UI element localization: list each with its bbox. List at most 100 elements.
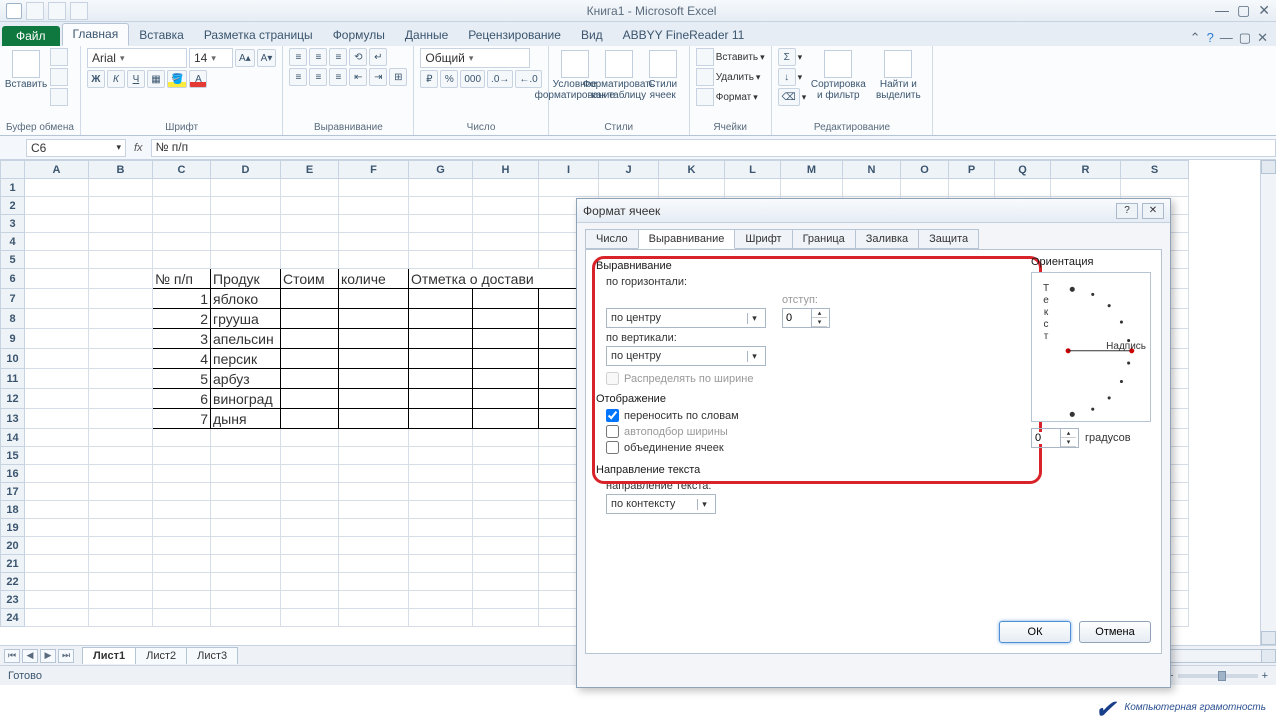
tab-insert[interactable]: Вставка — [129, 25, 194, 46]
ribbon-minimize-icon[interactable]: ⌃ — [1190, 30, 1201, 46]
text-direction-combo[interactable]: по контексту▾ — [606, 494, 716, 514]
percent-icon[interactable]: % — [440, 70, 458, 88]
align-top-icon[interactable]: ≡ — [289, 48, 307, 66]
sheet-tab-1[interactable]: Лист1 — [82, 647, 136, 664]
vertical-scrollbar[interactable] — [1260, 160, 1276, 645]
format-cells-icon[interactable] — [696, 88, 714, 106]
sheet-nav-next-icon[interactable]: ▶ — [40, 649, 56, 663]
fx-icon[interactable]: fx — [134, 142, 143, 154]
dialog-close-icon[interactable]: ✕ — [1142, 203, 1164, 219]
orientation-icon[interactable]: ⟲ — [349, 48, 367, 66]
sheet-nav-first-icon[interactable]: ⏮ — [4, 649, 20, 663]
number-format-combo[interactable]: Общий▾ — [420, 48, 530, 68]
dialog-tab-font[interactable]: Шрифт — [734, 229, 792, 249]
maximize-icon[interactable]: ▢ — [1237, 2, 1250, 19]
direction-section-label: Направление текста — [596, 464, 1151, 476]
sheet-tab-3[interactable]: Лист3 — [186, 647, 238, 664]
align-left-icon[interactable]: ≡ — [289, 68, 307, 86]
underline-button[interactable]: Ч — [127, 70, 145, 88]
delete-cells-icon[interactable] — [696, 68, 714, 86]
increase-decimal-icon[interactable]: .0→ — [487, 70, 513, 88]
sort-filter-button[interactable]: Сортировка и фильтр — [810, 48, 866, 112]
delete-cells-label[interactable]: Удалить — [716, 72, 754, 83]
cut-icon[interactable] — [50, 48, 68, 66]
zoom-in-icon[interactable]: + — [1262, 670, 1268, 682]
tab-home[interactable]: Главная — [62, 23, 130, 46]
dialog-tab-border[interactable]: Граница — [792, 229, 856, 249]
cell-styles-button[interactable]: Стили ячеек — [643, 48, 683, 112]
ok-button[interactable]: ОК — [999, 621, 1071, 643]
orientation-preview[interactable]: Т е к с т Надпись — [1031, 272, 1151, 422]
insert-cells-icon[interactable] — [696, 48, 714, 66]
paste-button[interactable]: Вставить — [6, 48, 46, 112]
sheet-nav-last-icon[interactable]: ⏭ — [58, 649, 74, 663]
clear-icon[interactable]: ⌫ — [778, 88, 800, 106]
italic-button[interactable]: К — [107, 70, 125, 88]
comma-icon[interactable]: 000 — [460, 70, 485, 88]
close-icon[interactable]: ✕ — [1258, 2, 1270, 19]
scroll-up-icon[interactable] — [1261, 160, 1276, 174]
increase-font-icon[interactable]: A▴ — [235, 49, 255, 67]
vertical-alignment-combo[interactable]: по центру▾ — [606, 346, 766, 366]
align-middle-icon[interactable]: ≡ — [309, 48, 327, 66]
align-right-icon[interactable]: ≡ — [329, 68, 347, 86]
fill-color-button[interactable]: 🪣 — [167, 70, 187, 88]
align-center-icon[interactable]: ≡ — [309, 68, 327, 86]
currency-icon[interactable]: ₽ — [420, 70, 438, 88]
merge-center-icon[interactable]: ⊞ — [389, 68, 407, 86]
format-as-table-button[interactable]: Форматировать как таблицу — [599, 48, 639, 112]
workbook-min-icon[interactable]: — — [1220, 30, 1233, 46]
wrap-text-icon[interactable]: ↵ — [369, 48, 387, 66]
tab-formulas[interactable]: Формулы — [323, 25, 395, 46]
dialog-title-bar[interactable]: Формат ячеек ? ✕ — [577, 199, 1170, 223]
fill-icon[interactable]: ↓ — [778, 68, 796, 86]
dialog-tab-number[interactable]: Число — [585, 229, 639, 249]
degrees-input[interactable] — [1032, 432, 1060, 444]
zoom-slider[interactable]: − + — [1167, 670, 1268, 682]
file-tab[interactable]: Файл — [2, 26, 60, 46]
decrease-font-icon[interactable]: A▾ — [257, 49, 277, 67]
cancel-button[interactable]: Отмена — [1079, 621, 1151, 643]
bold-button[interactable]: Ж — [87, 70, 105, 88]
autosum-icon[interactable]: Σ — [778, 48, 796, 66]
increase-indent-icon[interactable]: ⇥ — [369, 68, 387, 86]
sheet-tab-2[interactable]: Лист2 — [135, 647, 187, 664]
font-size-combo[interactable]: 14▾ — [189, 48, 233, 68]
font-color-button[interactable]: A — [189, 70, 207, 88]
decrease-indent-icon[interactable]: ⇤ — [349, 68, 367, 86]
tab-review[interactable]: Рецензирование — [458, 25, 571, 46]
workbook-restore-icon[interactable]: ▢ — [1239, 30, 1251, 46]
scroll-down-icon[interactable] — [1261, 631, 1276, 645]
format-cells-label[interactable]: Формат — [716, 92, 752, 103]
minimize-icon[interactable]: — — [1215, 2, 1229, 19]
help-icon[interactable]: ? — [1207, 30, 1214, 46]
dialog-tab-fill[interactable]: Заливка — [855, 229, 919, 249]
degrees-spinner[interactable]: ▴▾ — [1031, 428, 1079, 448]
horizontal-alignment-combo[interactable]: по центру▾ — [606, 308, 766, 328]
tab-page-layout[interactable]: Разметка страницы — [194, 25, 323, 46]
indent-input[interactable] — [783, 312, 811, 324]
insert-cells-label[interactable]: Вставить — [716, 52, 758, 63]
workbook-close-icon[interactable]: ✕ — [1257, 30, 1268, 46]
formula-input[interactable]: № п/п — [151, 139, 1276, 157]
format-painter-icon[interactable] — [50, 88, 68, 106]
sheet-nav-prev-icon[interactable]: ◀ — [22, 649, 38, 663]
name-box[interactable]: C6▾ — [26, 139, 126, 157]
tab-view[interactable]: Вид — [571, 25, 613, 46]
tab-abbyy[interactable]: ABBYY FineReader 11 — [613, 25, 755, 46]
border-button[interactable]: ▦ — [147, 70, 165, 88]
save-icon[interactable] — [26, 2, 44, 20]
dialog-tab-alignment[interactable]: Выравнивание — [638, 229, 736, 249]
font-name-combo[interactable]: Arial▾ — [87, 48, 187, 68]
undo-icon[interactable] — [48, 2, 66, 20]
dialog-help-icon[interactable]: ? — [1116, 203, 1138, 219]
align-bottom-icon[interactable]: ≡ — [329, 48, 347, 66]
paste-icon — [12, 50, 40, 78]
scroll-right-icon[interactable] — [1261, 650, 1275, 662]
find-select-button[interactable]: Найти и выделить — [870, 48, 926, 112]
dialog-tab-protection[interactable]: Защита — [918, 229, 979, 249]
tab-data[interactable]: Данные — [395, 25, 458, 46]
redo-icon[interactable] — [70, 2, 88, 20]
copy-icon[interactable] — [50, 68, 68, 86]
indent-spinner[interactable]: ▴▾ — [782, 308, 830, 328]
